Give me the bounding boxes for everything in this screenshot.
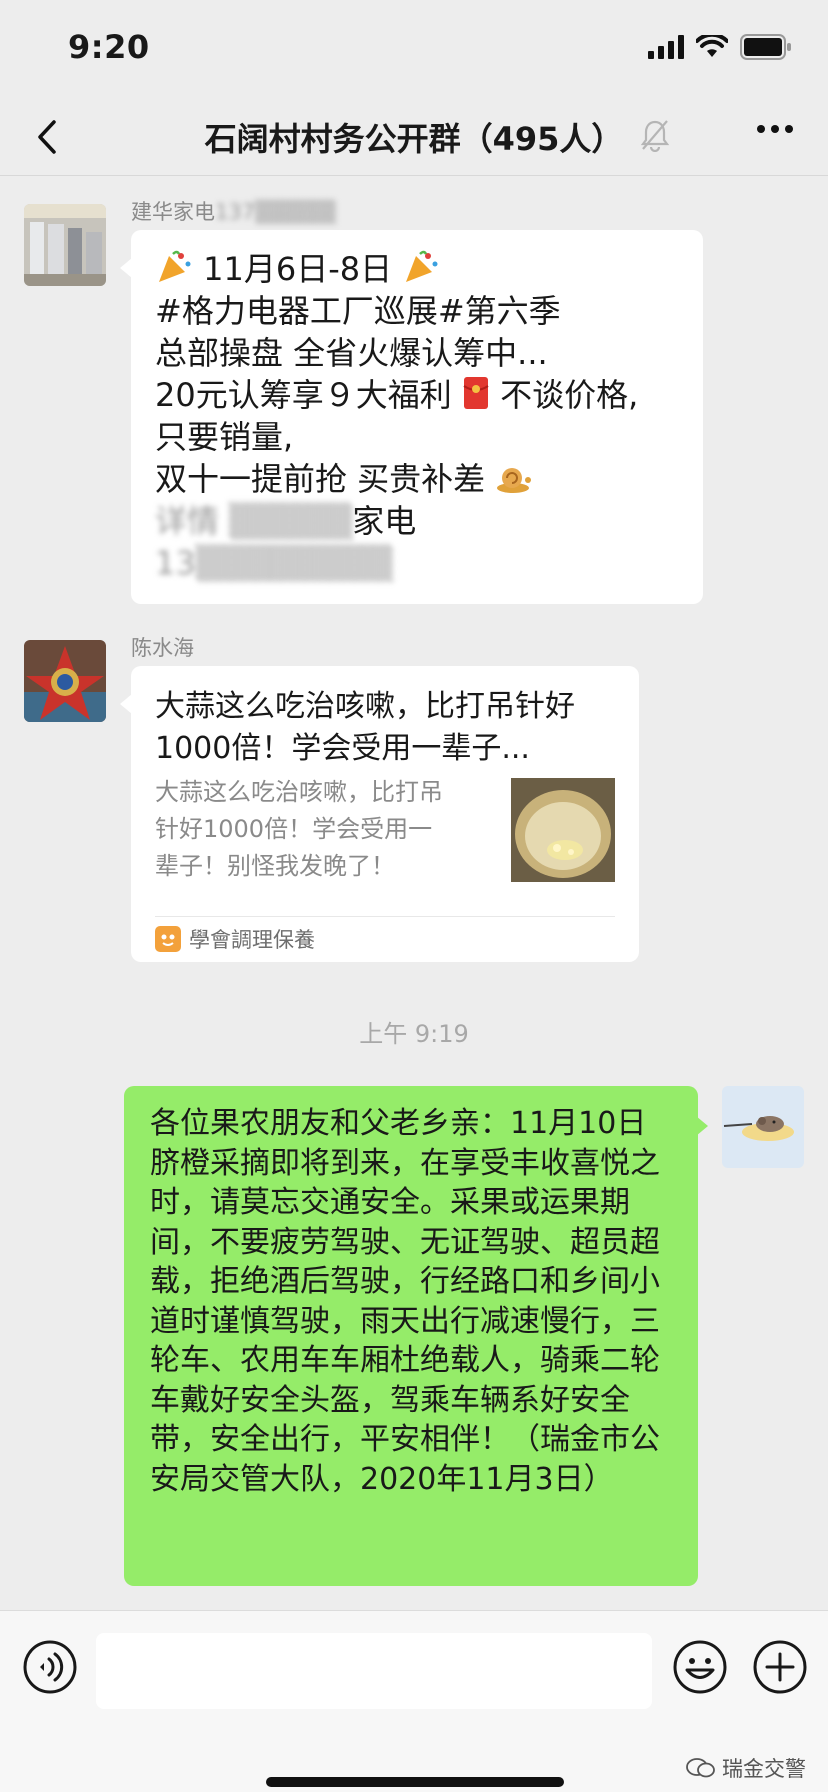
card-source: 學會調理保養 <box>189 928 315 952</box>
status-icons <box>648 34 792 60</box>
message-line: 总部操盘 全省火爆认筹中... <box>155 334 548 372</box>
message-line: 双十一提前抢 买贵补差 <box>155 460 486 498</box>
wechat-official-logo-icon <box>686 1758 715 1778</box>
avatar-cartoon-image <box>722 1086 804 1168</box>
avatar-badge-image <box>24 640 106 722</box>
avatar[interactable] <box>24 640 106 722</box>
input-bar: 瑞金交警 <box>0 1610 828 1792</box>
sender-name: 陈水海 <box>131 636 194 660</box>
party-popper-icon <box>406 250 438 282</box>
card-title: 大蒜这么吃治咳嗽，比打吊针好1000倍！学会受用一辈子... <box>155 689 575 766</box>
party-popper-icon <box>159 250 191 282</box>
message-input[interactable] <box>96 1633 652 1709</box>
own-avatar[interactable] <box>722 1086 804 1168</box>
chat-title: 石阔村村务公开群（495人） <box>204 120 624 158</box>
message-line: 11月6日-8日 <box>203 250 393 288</box>
message-line: 只要销量, <box>155 418 294 456</box>
snail-icon <box>497 468 532 493</box>
card-divider <box>155 916 615 917</box>
watermark-text: 瑞金交警 <box>722 1757 806 1781</box>
battery-icon <box>740 34 791 60</box>
red-envelope-icon <box>463 377 489 409</box>
voice-input-icon[interactable] <box>22 1639 78 1695</box>
signal-icon <box>648 35 684 59</box>
garlic-dish-image <box>511 778 615 882</box>
message-bubble[interactable]: 11月6日-8日 #格力电器工厂巡展#第六季 总部操盘 全省火爆认筹中... 2… <box>131 230 703 604</box>
plus-icon[interactable] <box>752 1639 808 1695</box>
avatar[interactable] <box>24 204 106 286</box>
bubble-tail <box>696 1116 708 1136</box>
emoji-icon[interactable] <box>672 1639 728 1695</box>
source-logo-icon <box>155 926 181 952</box>
message-line: #格力电器工厂巡展#第六季 <box>155 292 561 330</box>
blurred-text: 详情 ▒▒▒▒▒ <box>155 502 353 540</box>
sender-name: 建华家电137▒▒▒▒▒ <box>131 200 336 224</box>
status-bar: 9:20 <box>0 0 828 100</box>
message-line: 家电 <box>352 502 417 540</box>
link-card[interactable]: 大蒜这么吃治咳嗽，比打吊针好1000倍！学会受用一辈子... 大蒜这么吃治咳嗽，… <box>131 666 639 962</box>
card-description: 大蒜这么吃治咳嗽，比打吊针好1000倍！学会受用一辈子！别怪我发晚了！ <box>155 778 443 880</box>
message-line: 不谈价格, <box>500 376 639 414</box>
blurred-phone-line: 13▒▒▒▒▒▒▒▒ <box>155 544 393 582</box>
avatar-appliance-store-image <box>24 204 106 286</box>
message-line: 20元认筹享９大福利 <box>155 376 452 414</box>
mute-bell-icon <box>640 120 670 152</box>
card-thumbnail <box>511 778 615 882</box>
status-time: 9:20 <box>68 28 150 66</box>
watermark: 瑞金交警 <box>686 1753 806 1783</box>
home-indicator[interactable] <box>266 1777 564 1787</box>
blurred-phone: 137▒▒▒▒▒ <box>215 200 336 224</box>
chat-header: 石阔村村务公开群（495人） <box>0 100 828 176</box>
wifi-icon <box>696 35 728 57</box>
more-icon[interactable] <box>756 124 794 134</box>
own-message-bubble[interactable]: 各位果农朋友和父老乡亲：11月10日脐橙采摘即将到来，在享受丰收喜悦之时，请莫忘… <box>124 1086 698 1586</box>
chat-timestamp: 上午 9:19 <box>359 1020 469 1048</box>
